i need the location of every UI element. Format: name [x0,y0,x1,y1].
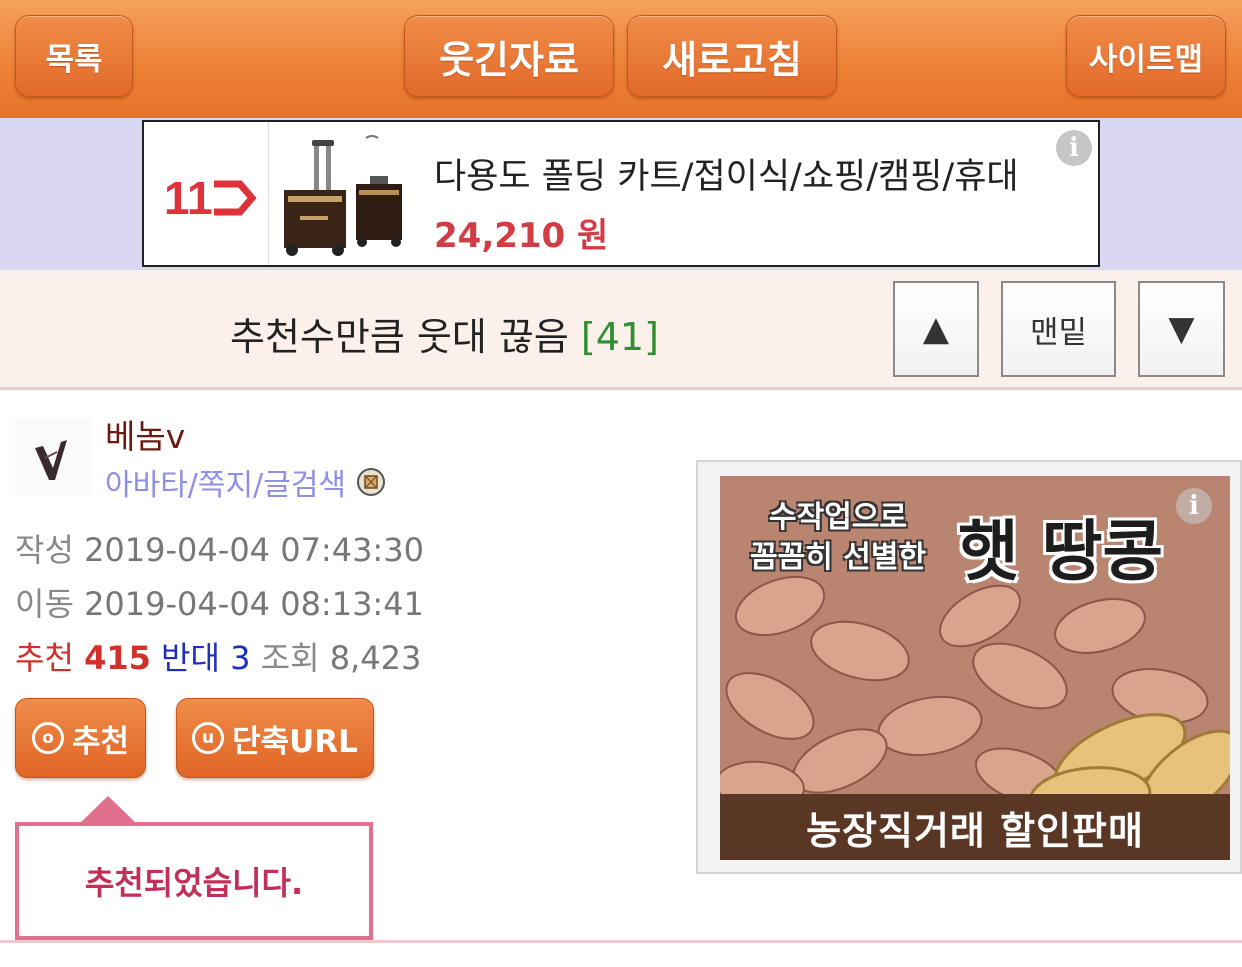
recommend-button-label: 추천 [71,723,130,760]
stats-row: 추천 415 반대 3 조회 8,423 [15,633,421,679]
side-ad-line1: 수작업으로 [769,500,908,535]
scroll-bottom-button[interactable]: 맨밑 [1001,281,1116,377]
recommend-label: 추천 [15,639,74,677]
11st-logo: 11 [144,122,269,265]
scroll-down-button[interactable]: ▼ [1138,281,1225,377]
views-label: 조회 [260,639,320,677]
side-ad-footer: 농장직거래 할인판매 [720,794,1230,860]
comment-count[interactable]: [41] [581,315,659,359]
side-ad-line2: 꼼꼼히 선별한 [750,540,927,575]
humor-board-button[interactable]: 웃긴자료 [404,15,614,97]
refresh-button[interactable]: 새로고침 [627,15,837,97]
ad-product-price: 24,210 원 [434,216,609,256]
oppose-count: 3 [230,639,251,677]
list-button[interactable]: 목록 [15,15,133,97]
author-links[interactable]: 아바타/쪽지/글검색 [105,460,386,504]
written-label: 작성 [15,531,74,569]
written-date-row: 작성 2019-04-04 07:43:30 [15,525,424,571]
recommend-button[interactable]: o 추천 [15,698,146,778]
post-title-bar: 추천수만큼 웃대 끊음 [41] ▲ 맨밑 ▼ [0,270,1242,390]
sitemap-button[interactable]: 사이트맵 [1066,15,1226,97]
author-links-text[interactable]: 아바타/쪽지/글검색 [105,460,346,504]
post-title-text: 추천수만큼 웃대 끊음 [230,315,569,359]
side-ad-subtitle: 수작업으로 꼼꼼히 선별한 [750,498,926,578]
recommend-icon: o [31,722,64,754]
11st-logo-text: 11 [164,172,213,224]
ad-info-icon[interactable]: i [1056,130,1092,166]
folding-cart-image [270,126,410,261]
ad-product-title[interactable]: 다용도 폴딩 카트/접이식/쇼핑/캠핑/휴대 [434,148,1019,199]
short-url-button-label: 단축URL [232,723,358,760]
views-count: 8,423 [329,639,422,677]
oppose-label: 반대 [161,639,220,677]
top-nav-bar: 목록 웃긴자료 새로고침 사이트맵 [0,0,1242,118]
moved-label: 이동 [15,585,74,623]
author-name[interactable]: 베놈v [105,410,185,458]
shopping-ad-banner[interactable]: 11 다용도 폴딩 카트/접이식/쇼핑/캠핑/휴대 24,210 원 i [142,120,1100,267]
scroll-up-button[interactable]: ▲ [893,281,979,377]
recommend-tooltip: 추천되었습니다. [15,822,373,940]
post-title: 추천수만큼 웃대 끊음 [41] [230,306,659,361]
moved-date-row: 이동 2019-04-04 08:13:41 [15,579,424,625]
recommend-count: 415 [84,639,151,677]
peanut-ad[interactable]: 수작업으로 꼼꼼히 선별한 햇 땅콩 i 농장직거래 할인판매 [720,476,1230,860]
tooltip-arrow [80,796,136,823]
written-date: 2019-04-04 07:43:30 [84,531,424,569]
short-url-button[interactable]: u 단축URL [176,698,374,778]
moved-date: 2019-04-04 08:13:41 [84,585,424,623]
level-badge-icon [356,467,386,497]
side-ad-headline: 햇 땅콩 [958,513,1164,590]
avatar[interactable] [15,418,93,496]
divider [0,940,1242,943]
side-ad-info-icon[interactable]: i [1176,488,1212,524]
short-url-icon: u [192,722,225,754]
tooltip-text: 추천되었습니다. [84,864,304,902]
